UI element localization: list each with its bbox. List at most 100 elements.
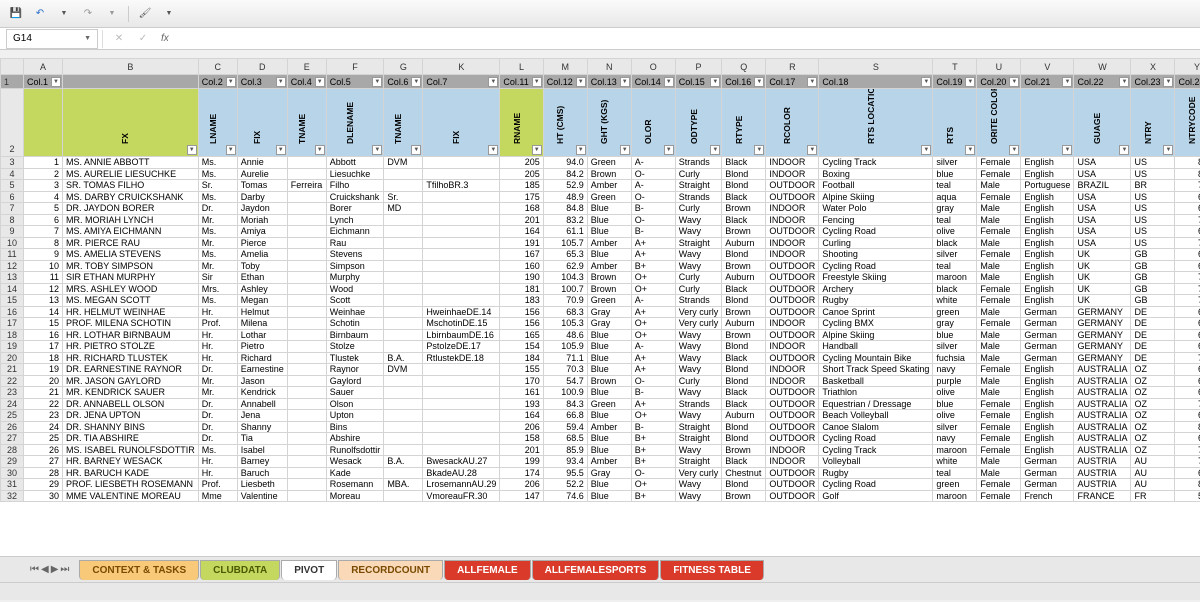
cell[interactable]: Black (722, 214, 766, 226)
cell[interactable]: AUSTRALIA (1074, 375, 1131, 387)
cell[interactable]: Black (722, 387, 766, 399)
cell[interactable]: Ms. (198, 295, 237, 307)
filter-dropdown-icon[interactable]: ▼ (754, 77, 764, 87)
cell[interactable]: MD (384, 203, 423, 215)
cell[interactable]: Very curly (675, 467, 722, 479)
table-header-cell[interactable]: Col.1▼ (24, 75, 63, 89)
cell[interactable]: Blue (587, 214, 631, 226)
cell[interactable]: 72.8 (1175, 180, 1200, 192)
cell[interactable] (384, 387, 423, 399)
cell[interactable]: English (1021, 203, 1074, 215)
column-header[interactable]: N (587, 59, 631, 75)
cell[interactable]: Ms. (198, 444, 237, 456)
cell[interactable]: Ethan (237, 272, 287, 284)
cancel-icon[interactable]: ✕ (107, 33, 131, 44)
cell[interactable] (287, 421, 326, 433)
column-header[interactable]: E (287, 59, 326, 75)
cell[interactable] (384, 260, 423, 272)
row-header[interactable]: 16 (1, 306, 24, 318)
row-header[interactable]: 10 (1, 237, 24, 249)
cell[interactable]: Mr. (198, 214, 237, 226)
field-header[interactable]: FIX▼ (423, 89, 500, 157)
cell[interactable] (384, 214, 423, 226)
cell[interactable]: 174 (500, 467, 543, 479)
cell[interactable]: Fencing (819, 214, 933, 226)
accept-icon[interactable]: ✓ (131, 33, 155, 44)
cell[interactable]: DE (1131, 341, 1175, 353)
cell[interactable]: 61.4 (1175, 306, 1200, 318)
cell[interactable]: DE (1131, 318, 1175, 330)
cell[interactable]: Simpson (326, 260, 384, 272)
cell[interactable]: OUTDOOR (766, 191, 819, 203)
cell[interactable]: SR. TOMAS FILHO (63, 180, 199, 192)
cell[interactable]: Wavy (675, 226, 722, 238)
cell[interactable]: Female (977, 191, 1021, 203)
cell[interactable]: INDOOR (766, 364, 819, 376)
cell[interactable]: Blond (722, 433, 766, 445)
cell[interactable] (287, 456, 326, 468)
cell[interactable]: 147 (500, 490, 543, 502)
cell[interactable]: Amber (587, 456, 631, 468)
cell[interactable]: UK (1074, 249, 1131, 261)
cell[interactable]: 64.6 (1175, 410, 1200, 422)
field-header[interactable]: TNAME▼ (384, 89, 423, 157)
cell[interactable]: Male (977, 467, 1021, 479)
cell[interactable]: blue (933, 329, 977, 341)
cell[interactable]: English (1021, 283, 1074, 295)
cell[interactable]: 70.9 (543, 295, 587, 307)
cell[interactable]: 160 (500, 260, 543, 272)
cell[interactable]: MR. KENDRICK SAUER (63, 387, 199, 399)
column-header[interactable]: M (543, 59, 587, 75)
cell[interactable]: Canoe Sprint (819, 306, 933, 318)
cell[interactable]: 71.1 (543, 352, 587, 364)
cell[interactable]: MS. MEGAN SCOTT (63, 295, 199, 307)
cell[interactable]: 191 (500, 237, 543, 249)
cell[interactable]: Straight (675, 433, 722, 445)
cell[interactable]: O+ (631, 410, 675, 422)
cell[interactable]: B- (631, 203, 675, 215)
cell[interactable]: Male (977, 375, 1021, 387)
cell[interactable]: 156 (500, 318, 543, 330)
cell[interactable]: Blond (722, 364, 766, 376)
cell[interactable]: 26 (24, 444, 63, 456)
cell[interactable]: 158 (500, 433, 543, 445)
cell[interactable]: 170 (500, 375, 543, 387)
cell[interactable] (384, 318, 423, 330)
row-header[interactable]: 29 (1, 456, 24, 468)
cell[interactable]: 164 (500, 226, 543, 238)
cell[interactable]: MS. AMIYA EICHMANN (63, 226, 199, 238)
column-header[interactable]: T (933, 59, 977, 75)
cell[interactable]: Female (977, 226, 1021, 238)
cell[interactable]: English (1021, 249, 1074, 261)
cell[interactable]: 84.3 (543, 398, 587, 410)
cell[interactable]: MS. DARBY CRUICKSHANK (63, 191, 199, 203)
cell[interactable]: Female (977, 283, 1021, 295)
row-header[interactable]: 8 (1, 214, 24, 226)
cell[interactable]: Wavy (675, 444, 722, 456)
column-header[interactable]: U (977, 59, 1021, 75)
cell[interactable]: Female (977, 398, 1021, 410)
cell[interactable]: 17 (24, 341, 63, 353)
cell[interactable] (423, 283, 500, 295)
cell[interactable] (287, 341, 326, 353)
cell[interactable]: green (933, 306, 977, 318)
cell[interactable]: A+ (631, 306, 675, 318)
cell[interactable] (423, 157, 500, 169)
cell[interactable]: Schotin (326, 318, 384, 330)
cell[interactable] (423, 398, 500, 410)
row-header[interactable]: 11 (1, 249, 24, 261)
cell[interactable]: O+ (631, 283, 675, 295)
cell[interactable]: AUSTRIA (1074, 479, 1131, 491)
cell[interactable]: B- (631, 226, 675, 238)
cell[interactable]: 6 (24, 214, 63, 226)
filter-dropdown-icon[interactable]: ▼ (965, 145, 975, 155)
cell[interactable]: Rau (326, 237, 384, 249)
field-header[interactable]: ODTYPE▼ (675, 89, 722, 157)
cell[interactable]: aqua (933, 191, 977, 203)
cell[interactable]: GB (1131, 272, 1175, 284)
cell[interactable]: INDOOR (766, 168, 819, 180)
cell[interactable]: green (933, 479, 977, 491)
column-header[interactable]: K (423, 59, 500, 75)
cell[interactable] (287, 433, 326, 445)
cell[interactable]: 1 (24, 157, 63, 169)
